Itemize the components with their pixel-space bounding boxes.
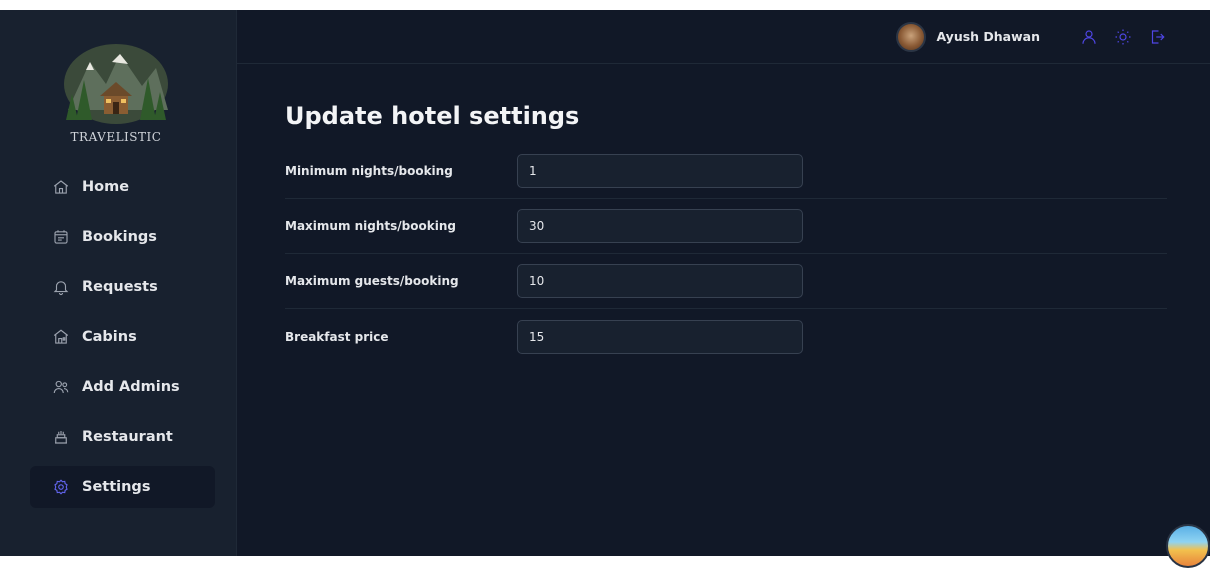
nav-label: Add Admins xyxy=(82,379,180,395)
nav-label: Cabins xyxy=(82,329,137,345)
logo-image xyxy=(64,44,168,124)
sidebar: TRAVELISTIC Home Bookings Requests Cabin… xyxy=(0,10,237,556)
nav-label: Bookings xyxy=(82,229,157,245)
setting-row-min-nights: Minimum nights/booking xyxy=(285,144,1167,199)
logout-icon[interactable] xyxy=(1148,28,1166,46)
main-nav: Home Bookings Requests Cabins Add Admins… xyxy=(30,166,215,516)
nav-label: Settings xyxy=(82,479,151,495)
chat-assistant-button[interactable] xyxy=(1166,524,1210,568)
breakfast-price-input[interactable] xyxy=(517,319,803,354)
nav-item-restaurant[interactable]: Restaurant xyxy=(30,416,215,458)
field-label: Minimum nights/booking xyxy=(285,164,453,178)
setting-row-max-nights: Maximum nights/booking xyxy=(285,199,1167,254)
avatar[interactable] xyxy=(896,21,927,52)
nav-label: Restaurant xyxy=(82,429,173,445)
setting-row-max-guests: Maximum guests/booking xyxy=(285,254,1167,309)
sun-icon[interactable] xyxy=(1114,28,1132,46)
page-title: Update hotel settings xyxy=(285,102,580,130)
nav-item-cabins[interactable]: Cabins xyxy=(30,316,215,358)
field-label: Maximum nights/booking xyxy=(285,219,456,233)
home-icon xyxy=(53,180,69,194)
calendar-icon xyxy=(54,230,68,244)
nav-item-add-admins[interactable]: Add Admins xyxy=(30,366,215,408)
hotel-settings-form: Minimum nights/booking Maximum nights/bo… xyxy=(285,144,1167,364)
user-info[interactable]: Ayush Dhawan xyxy=(896,21,1040,52)
brand-name: TRAVELISTIC xyxy=(70,130,162,144)
nav-item-bookings[interactable]: Bookings xyxy=(30,216,215,258)
users-icon xyxy=(53,380,69,394)
field-label: Maximum guests/booking xyxy=(285,274,459,288)
min-nights-input[interactable] xyxy=(517,154,803,188)
main-content: Ayush Dhawan Update hotel settings Minim… xyxy=(237,10,1210,568)
setting-row-breakfast-price: Breakfast price xyxy=(285,309,1167,364)
logo[interactable]: TRAVELISTIC xyxy=(60,40,172,144)
max-guests-input[interactable] xyxy=(517,264,803,298)
gear-icon xyxy=(54,479,68,495)
user-name: Ayush Dhawan xyxy=(936,29,1040,44)
user-icon[interactable] xyxy=(1080,28,1098,46)
app-frame: TRAVELISTIC Home Bookings Requests Cabin… xyxy=(0,10,1210,568)
nav-item-settings[interactable]: Settings xyxy=(30,466,215,508)
max-nights-input[interactable] xyxy=(517,209,803,243)
nav-item-home[interactable]: Home xyxy=(30,166,215,208)
nav-label: Home xyxy=(82,179,130,195)
nav-item-requests[interactable]: Requests xyxy=(30,266,215,308)
field-label: Breakfast price xyxy=(285,329,389,344)
nav-label: Requests xyxy=(82,279,158,295)
bell-icon xyxy=(53,281,69,295)
cabin-icon xyxy=(53,329,69,344)
top-bar: Ayush Dhawan xyxy=(237,10,1210,64)
cake-icon xyxy=(55,431,67,444)
